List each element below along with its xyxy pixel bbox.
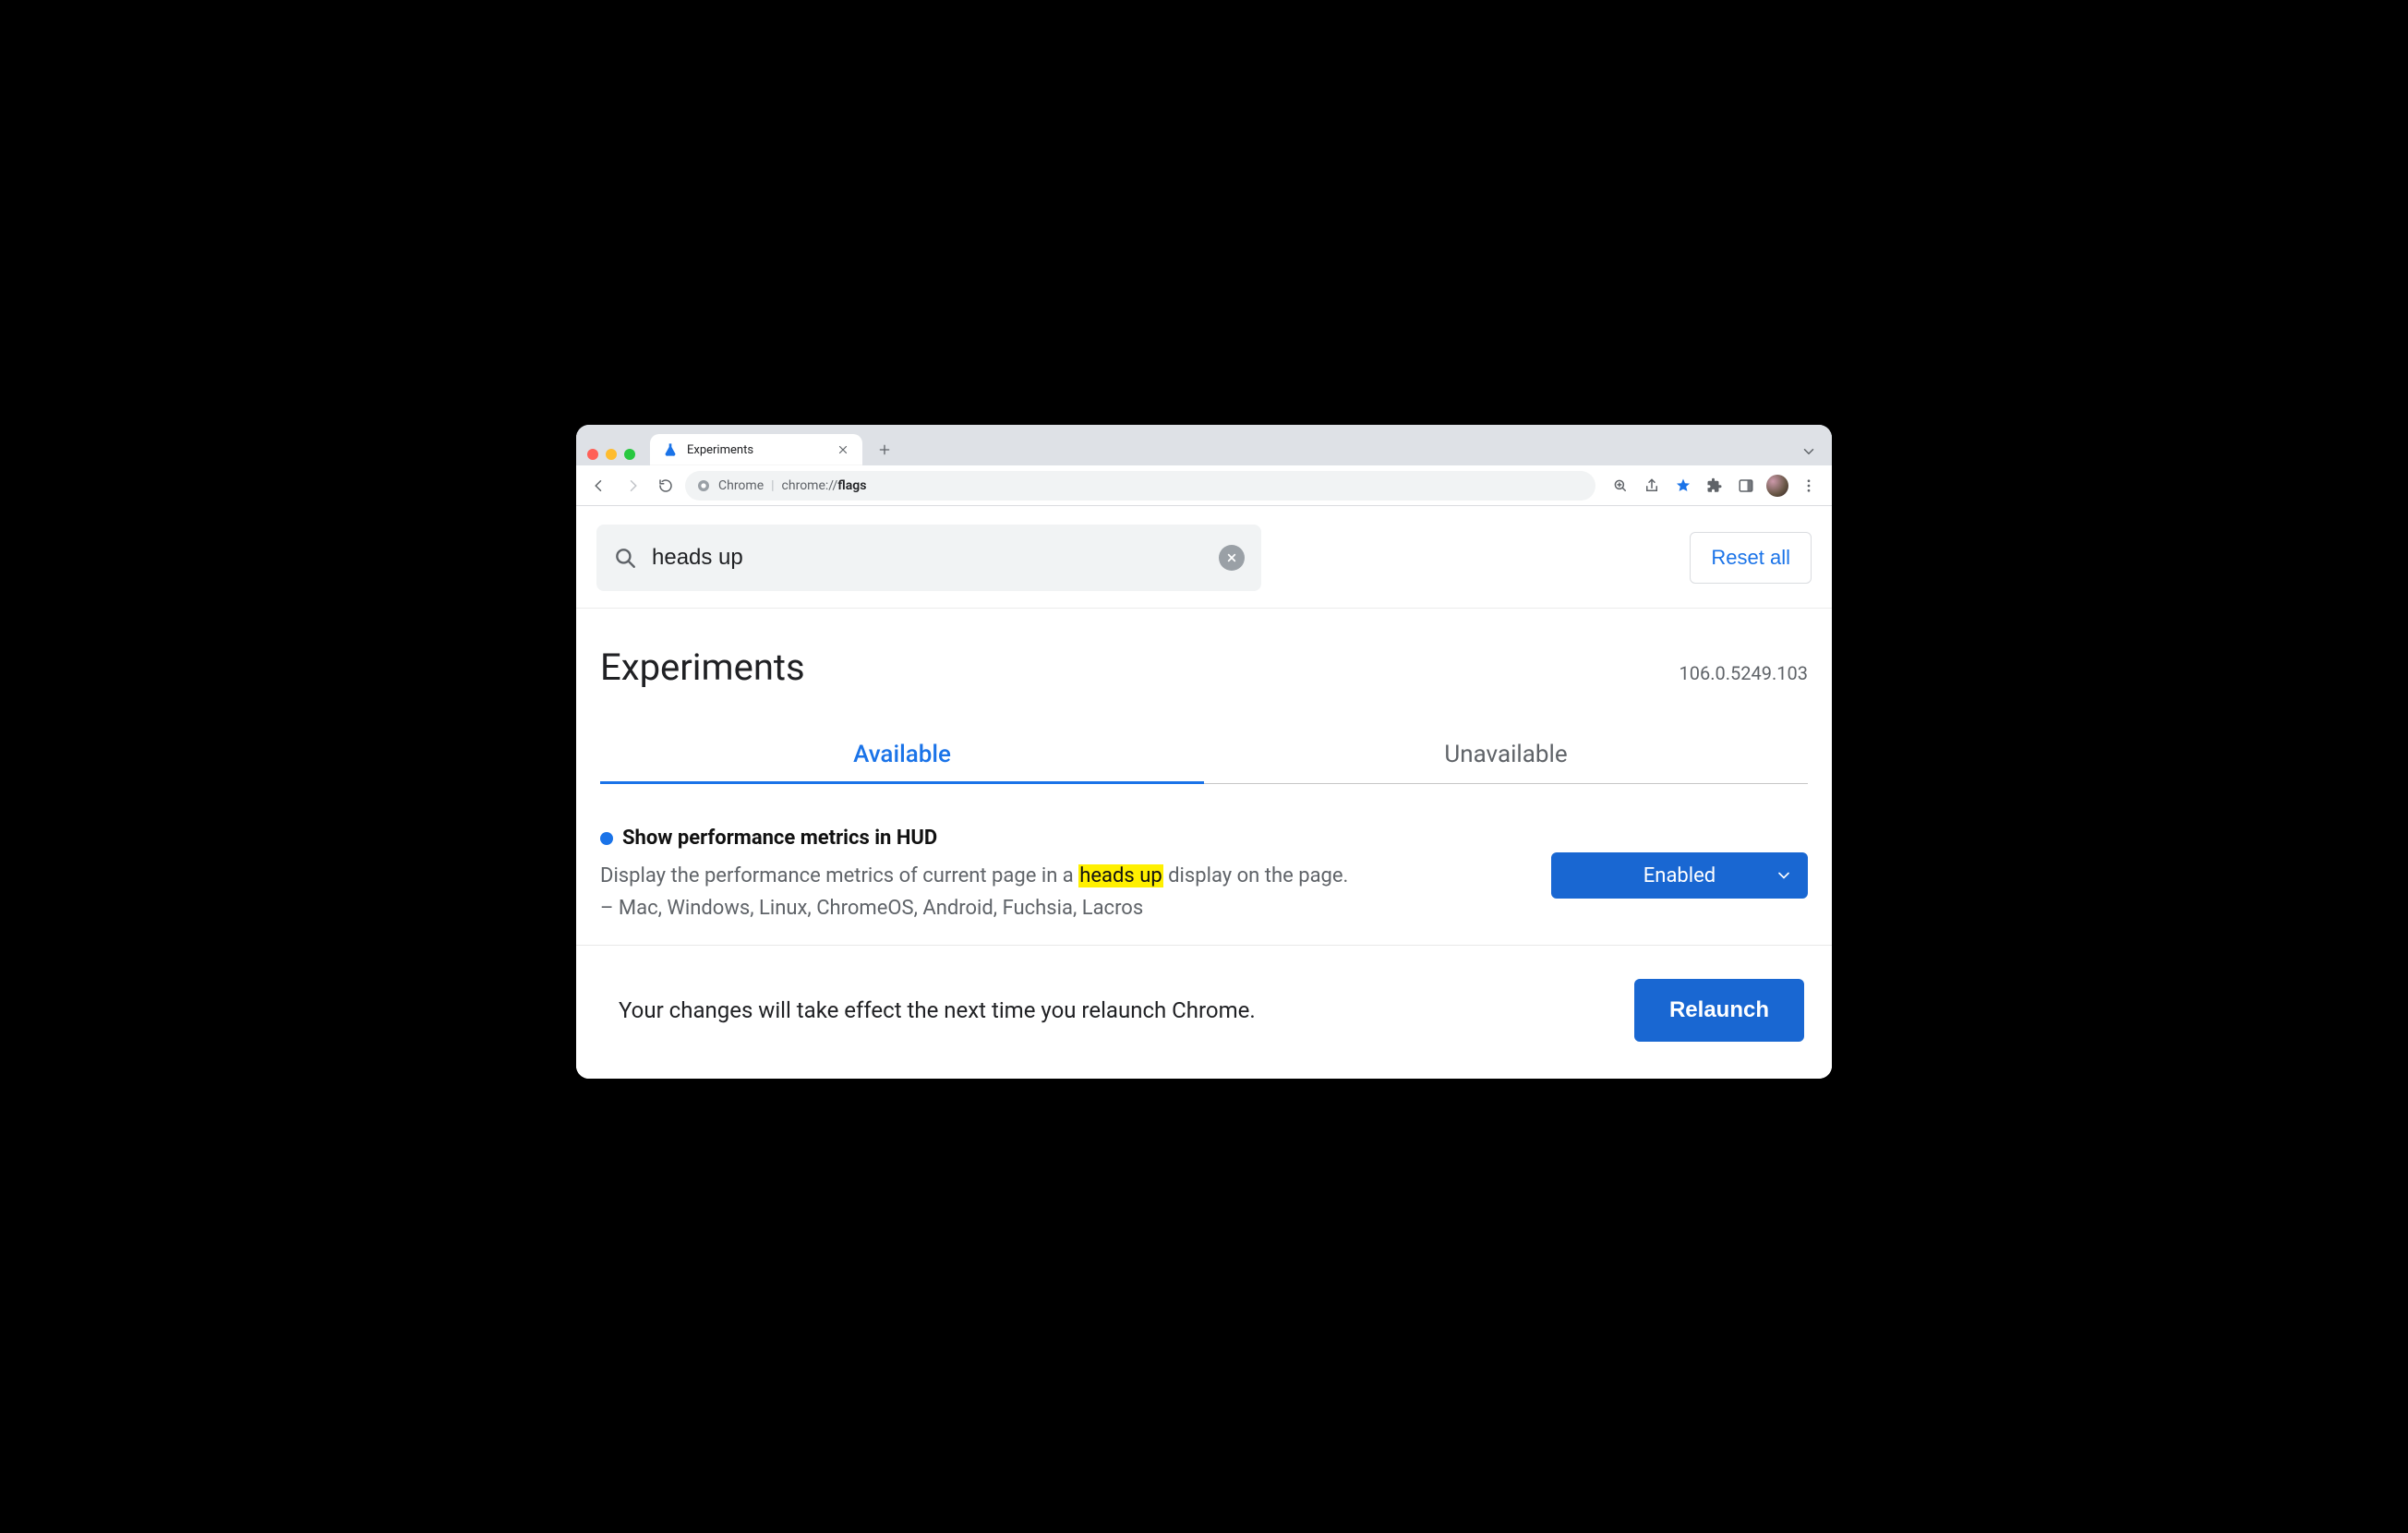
clear-search-button[interactable] bbox=[1219, 545, 1245, 571]
tab-unavailable[interactable]: Unavailable bbox=[1204, 728, 1808, 784]
tabs-overflow-button[interactable] bbox=[1800, 443, 1817, 460]
address-bar[interactable]: Chrome | chrome://flags bbox=[685, 471, 1595, 501]
flag-description: Display the performance metrics of curre… bbox=[600, 861, 1367, 923]
search-icon bbox=[613, 546, 637, 570]
zoom-window-button[interactable] bbox=[624, 449, 635, 460]
url-text: chrome://flags bbox=[782, 478, 867, 493]
page-title: Experiments bbox=[600, 646, 805, 689]
close-window-button[interactable] bbox=[587, 449, 598, 460]
flags-page: Reset all Experiments 106.0.5249.103 Ava… bbox=[576, 506, 1832, 1078]
browser-window: Experiments bbox=[576, 425, 1832, 1078]
close-tab-icon[interactable] bbox=[837, 443, 849, 456]
zoom-icon[interactable] bbox=[1607, 472, 1634, 500]
browser-tab[interactable]: Experiments bbox=[650, 434, 862, 465]
tab-available[interactable]: Available bbox=[600, 728, 1204, 784]
browser-toolbar: Chrome | chrome://flags bbox=[576, 465, 1832, 506]
relaunch-message: Your changes will take effect the next t… bbox=[619, 997, 1256, 1023]
tab-strip: Experiments bbox=[576, 425, 1832, 465]
side-panel-icon[interactable] bbox=[1732, 472, 1760, 500]
reload-button[interactable] bbox=[652, 472, 680, 500]
flags-search-input[interactable] bbox=[650, 544, 1206, 572]
chevron-down-icon bbox=[1775, 866, 1793, 885]
bookmark-star-icon[interactable] bbox=[1669, 472, 1697, 500]
kebab-menu-icon[interactable] bbox=[1795, 472, 1823, 500]
extensions-icon[interactable] bbox=[1701, 472, 1728, 500]
flask-icon bbox=[663, 442, 678, 457]
share-icon[interactable] bbox=[1638, 472, 1666, 500]
forward-button[interactable] bbox=[619, 472, 646, 500]
flag-state-value: Enabled bbox=[1643, 864, 1716, 887]
reset-all-button[interactable]: Reset all bbox=[1690, 532, 1812, 584]
chrome-version: 106.0.5249.103 bbox=[1680, 662, 1808, 684]
url-chip-label: Chrome bbox=[718, 478, 764, 493]
modified-dot-icon bbox=[600, 832, 613, 845]
window-controls bbox=[585, 449, 641, 465]
flag-title: Show performance metrics in HUD bbox=[622, 827, 937, 850]
flags-search-box[interactable] bbox=[596, 525, 1261, 591]
url-separator: | bbox=[771, 478, 774, 493]
new-tab-button[interactable] bbox=[872, 437, 897, 463]
profile-avatar[interactable] bbox=[1764, 472, 1791, 500]
flag-tabs: Available Unavailable bbox=[600, 728, 1808, 784]
tab-title: Experiments bbox=[687, 443, 827, 457]
flag-state-select[interactable]: Enabled bbox=[1551, 852, 1808, 899]
chrome-logo-icon bbox=[696, 478, 711, 493]
relaunch-button[interactable]: Relaunch bbox=[1634, 979, 1804, 1042]
search-highlight: heads up bbox=[1078, 864, 1162, 887]
back-button[interactable] bbox=[585, 472, 613, 500]
relaunch-banner: Your changes will take effect the next t… bbox=[576, 946, 1832, 1079]
minimize-window-button[interactable] bbox=[606, 449, 617, 460]
flag-item: Show performance metrics in HUD Display … bbox=[576, 784, 1832, 945]
